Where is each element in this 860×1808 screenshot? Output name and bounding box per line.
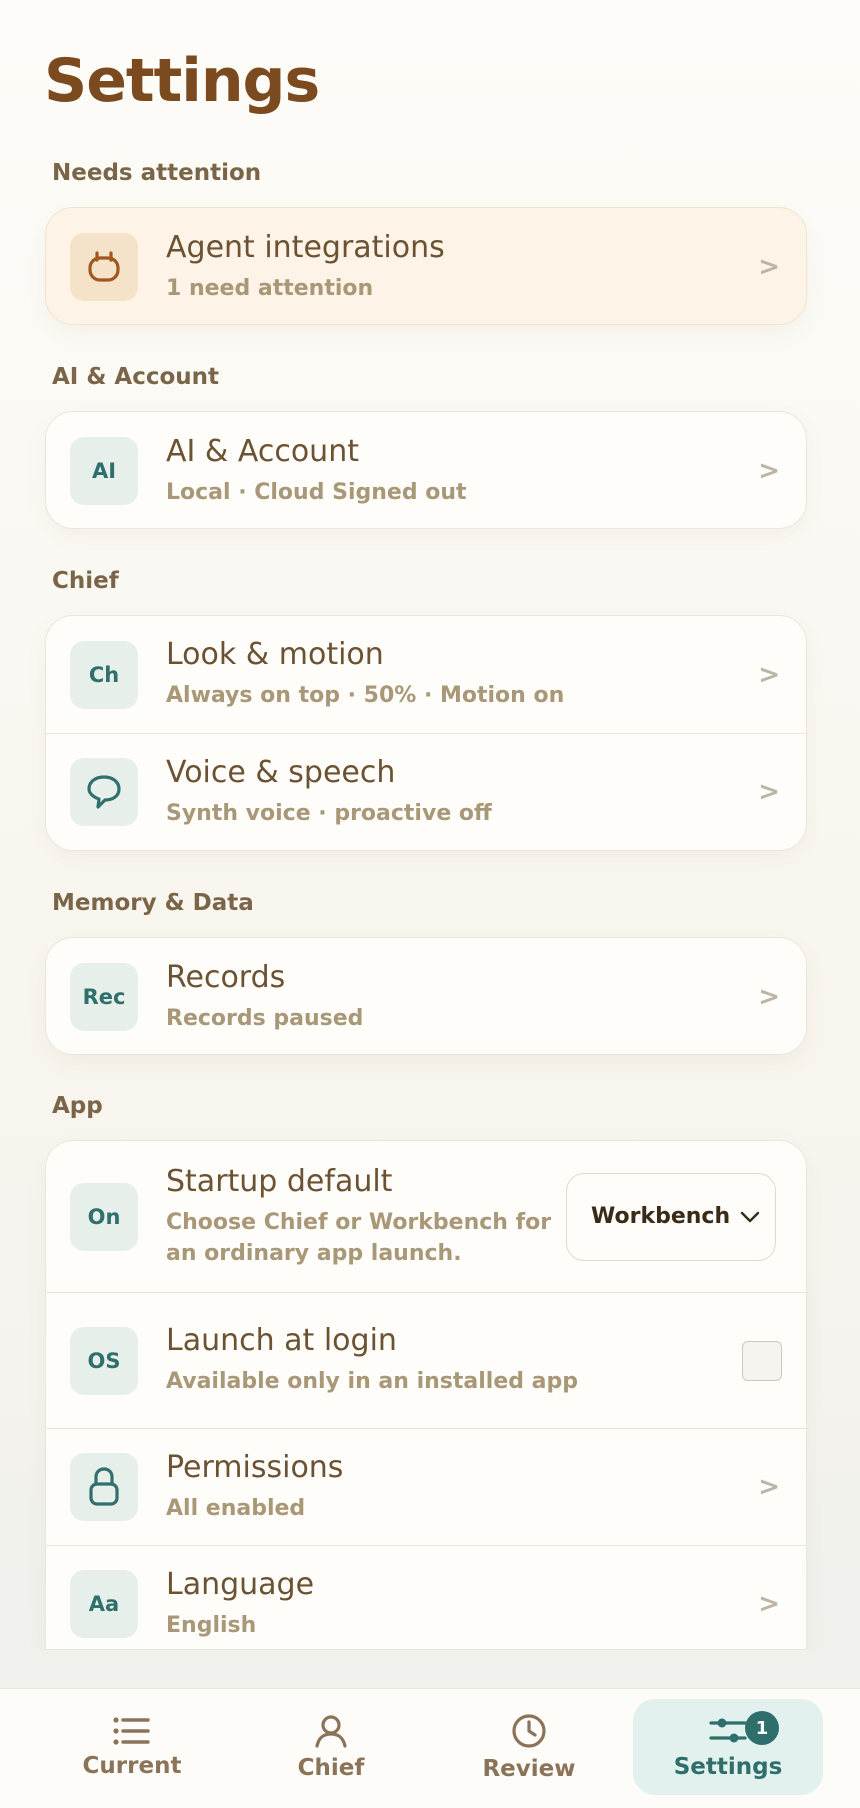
card-app: On Startup default Choose Chief or Workb… — [45, 1140, 807, 1650]
card-ai-account: AI AI & Account Local · Cloud Signed out… — [45, 411, 807, 529]
section-label-ai-account: AI & Account — [52, 364, 220, 390]
tab-review[interactable]: Review — [434, 1699, 624, 1795]
row-subtitle: 1 need attention — [166, 275, 374, 301]
card-memory-data: Rec Records Records paused > — [45, 937, 807, 1055]
settings-row-permissions[interactable]: Permissions All enabled > — [46, 1428, 806, 1545]
card-needs-attention: Agent integrations 1 need attention > — [45, 207, 807, 325]
bottom-tab-bar: Current Chief Review Settings 1 — [0, 1688, 860, 1808]
settings-row-ai-account[interactable]: AI AI & Account Local · Cloud Signed out… — [46, 412, 806, 528]
row-subtitle: All enabled — [166, 1495, 306, 1521]
list-icon — [113, 1717, 150, 1745]
row-title: Voice & speech — [166, 754, 396, 790]
records-tile-icon: Rec — [70, 963, 138, 1031]
ai-tile-icon: AI — [70, 437, 138, 505]
chevron-right-icon: > — [758, 252, 780, 282]
settings-row-launch-at-login: OS Launch at login Available only in an … — [46, 1292, 806, 1428]
chevron-down-icon — [740, 1211, 760, 1222]
tab-settings[interactable]: Settings 1 — [633, 1699, 823, 1795]
settings-scroll-area[interactable]: Settings Needs attention Agent integrati… — [0, 0, 860, 1650]
chevron-right-icon: > — [758, 982, 780, 1012]
tab-label: Chief — [297, 1755, 365, 1781]
chief-tile-icon: Ch — [70, 640, 138, 709]
card-chief: Ch Look & motion Always on top · 50% · M… — [45, 615, 807, 851]
startup-default-select[interactable]: Workbench — [566, 1172, 776, 1261]
row-title: Language — [166, 1566, 315, 1602]
settings-row-language[interactable]: Aa Language English > — [46, 1545, 806, 1649]
row-title: Agent integrations — [166, 229, 445, 265]
row-subtitle: Choose Chief or Workbench for an ordinar… — [166, 1209, 552, 1266]
row-title: Look & motion — [166, 637, 384, 673]
row-subtitle: Records paused — [166, 1005, 364, 1031]
launch-at-login-checkbox[interactable] — [742, 1340, 782, 1381]
language-tile-icon: Aa — [70, 1570, 138, 1638]
chevron-right-icon: > — [758, 1472, 780, 1502]
section-label-needs-attention: Needs attention — [52, 160, 262, 186]
settings-row-agent-integrations[interactable]: Agent integrations 1 need attention > — [46, 208, 806, 324]
settings-row-look-motion[interactable]: Ch Look & motion Always on top · 50% · M… — [46, 616, 806, 733]
tab-chief[interactable]: Chief — [236, 1699, 426, 1795]
page-title: Settings — [44, 46, 320, 116]
lock-icon — [70, 1453, 138, 1521]
row-subtitle: Always on top · 50% · Motion on — [166, 683, 565, 709]
sliders-icon — [709, 1718, 747, 1743]
chevron-right-icon: > — [758, 777, 780, 807]
plug-icon — [70, 233, 138, 301]
os-tile-icon: OS — [70, 1326, 138, 1395]
chevron-right-icon: > — [758, 456, 780, 486]
clock-icon — [512, 1714, 546, 1748]
section-label-memory-data: Memory & Data — [52, 890, 254, 916]
settings-row-voice-speech[interactable]: Voice & speech Synth voice · proactive o… — [46, 733, 806, 850]
speech-bubble-icon — [70, 758, 138, 826]
row-title: Records — [166, 959, 286, 995]
tab-label: Current — [82, 1753, 182, 1779]
settings-row-startup-default: On Startup default Choose Chief or Workb… — [46, 1141, 806, 1292]
chevron-right-icon: > — [758, 659, 780, 690]
row-subtitle: Local · Cloud Signed out — [166, 479, 467, 505]
notification-badge: 1 — [745, 1711, 779, 1745]
tab-current[interactable]: Current — [37, 1699, 227, 1795]
row-subtitle: Available only in an installed app — [166, 1369, 578, 1395]
startup-tile-icon: On — [70, 1182, 138, 1251]
row-title: Startup default — [166, 1163, 393, 1199]
row-subtitle: Synth voice · proactive off — [166, 800, 492, 826]
row-title: AI & Account — [166, 433, 359, 469]
tab-label: Settings — [673, 1754, 783, 1780]
select-value: Workbench — [591, 1204, 731, 1229]
tab-label: Review — [482, 1756, 576, 1782]
section-label-app: App — [52, 1093, 103, 1119]
row-title: Launch at login — [166, 1323, 397, 1359]
row-title: Permissions — [166, 1449, 344, 1485]
person-icon — [315, 1715, 347, 1748]
section-label-chief: Chief — [52, 568, 119, 594]
chevron-right-icon: > — [758, 1589, 780, 1619]
settings-row-records[interactable]: Rec Records Records paused > — [46, 938, 806, 1054]
row-subtitle: English — [166, 1612, 257, 1638]
